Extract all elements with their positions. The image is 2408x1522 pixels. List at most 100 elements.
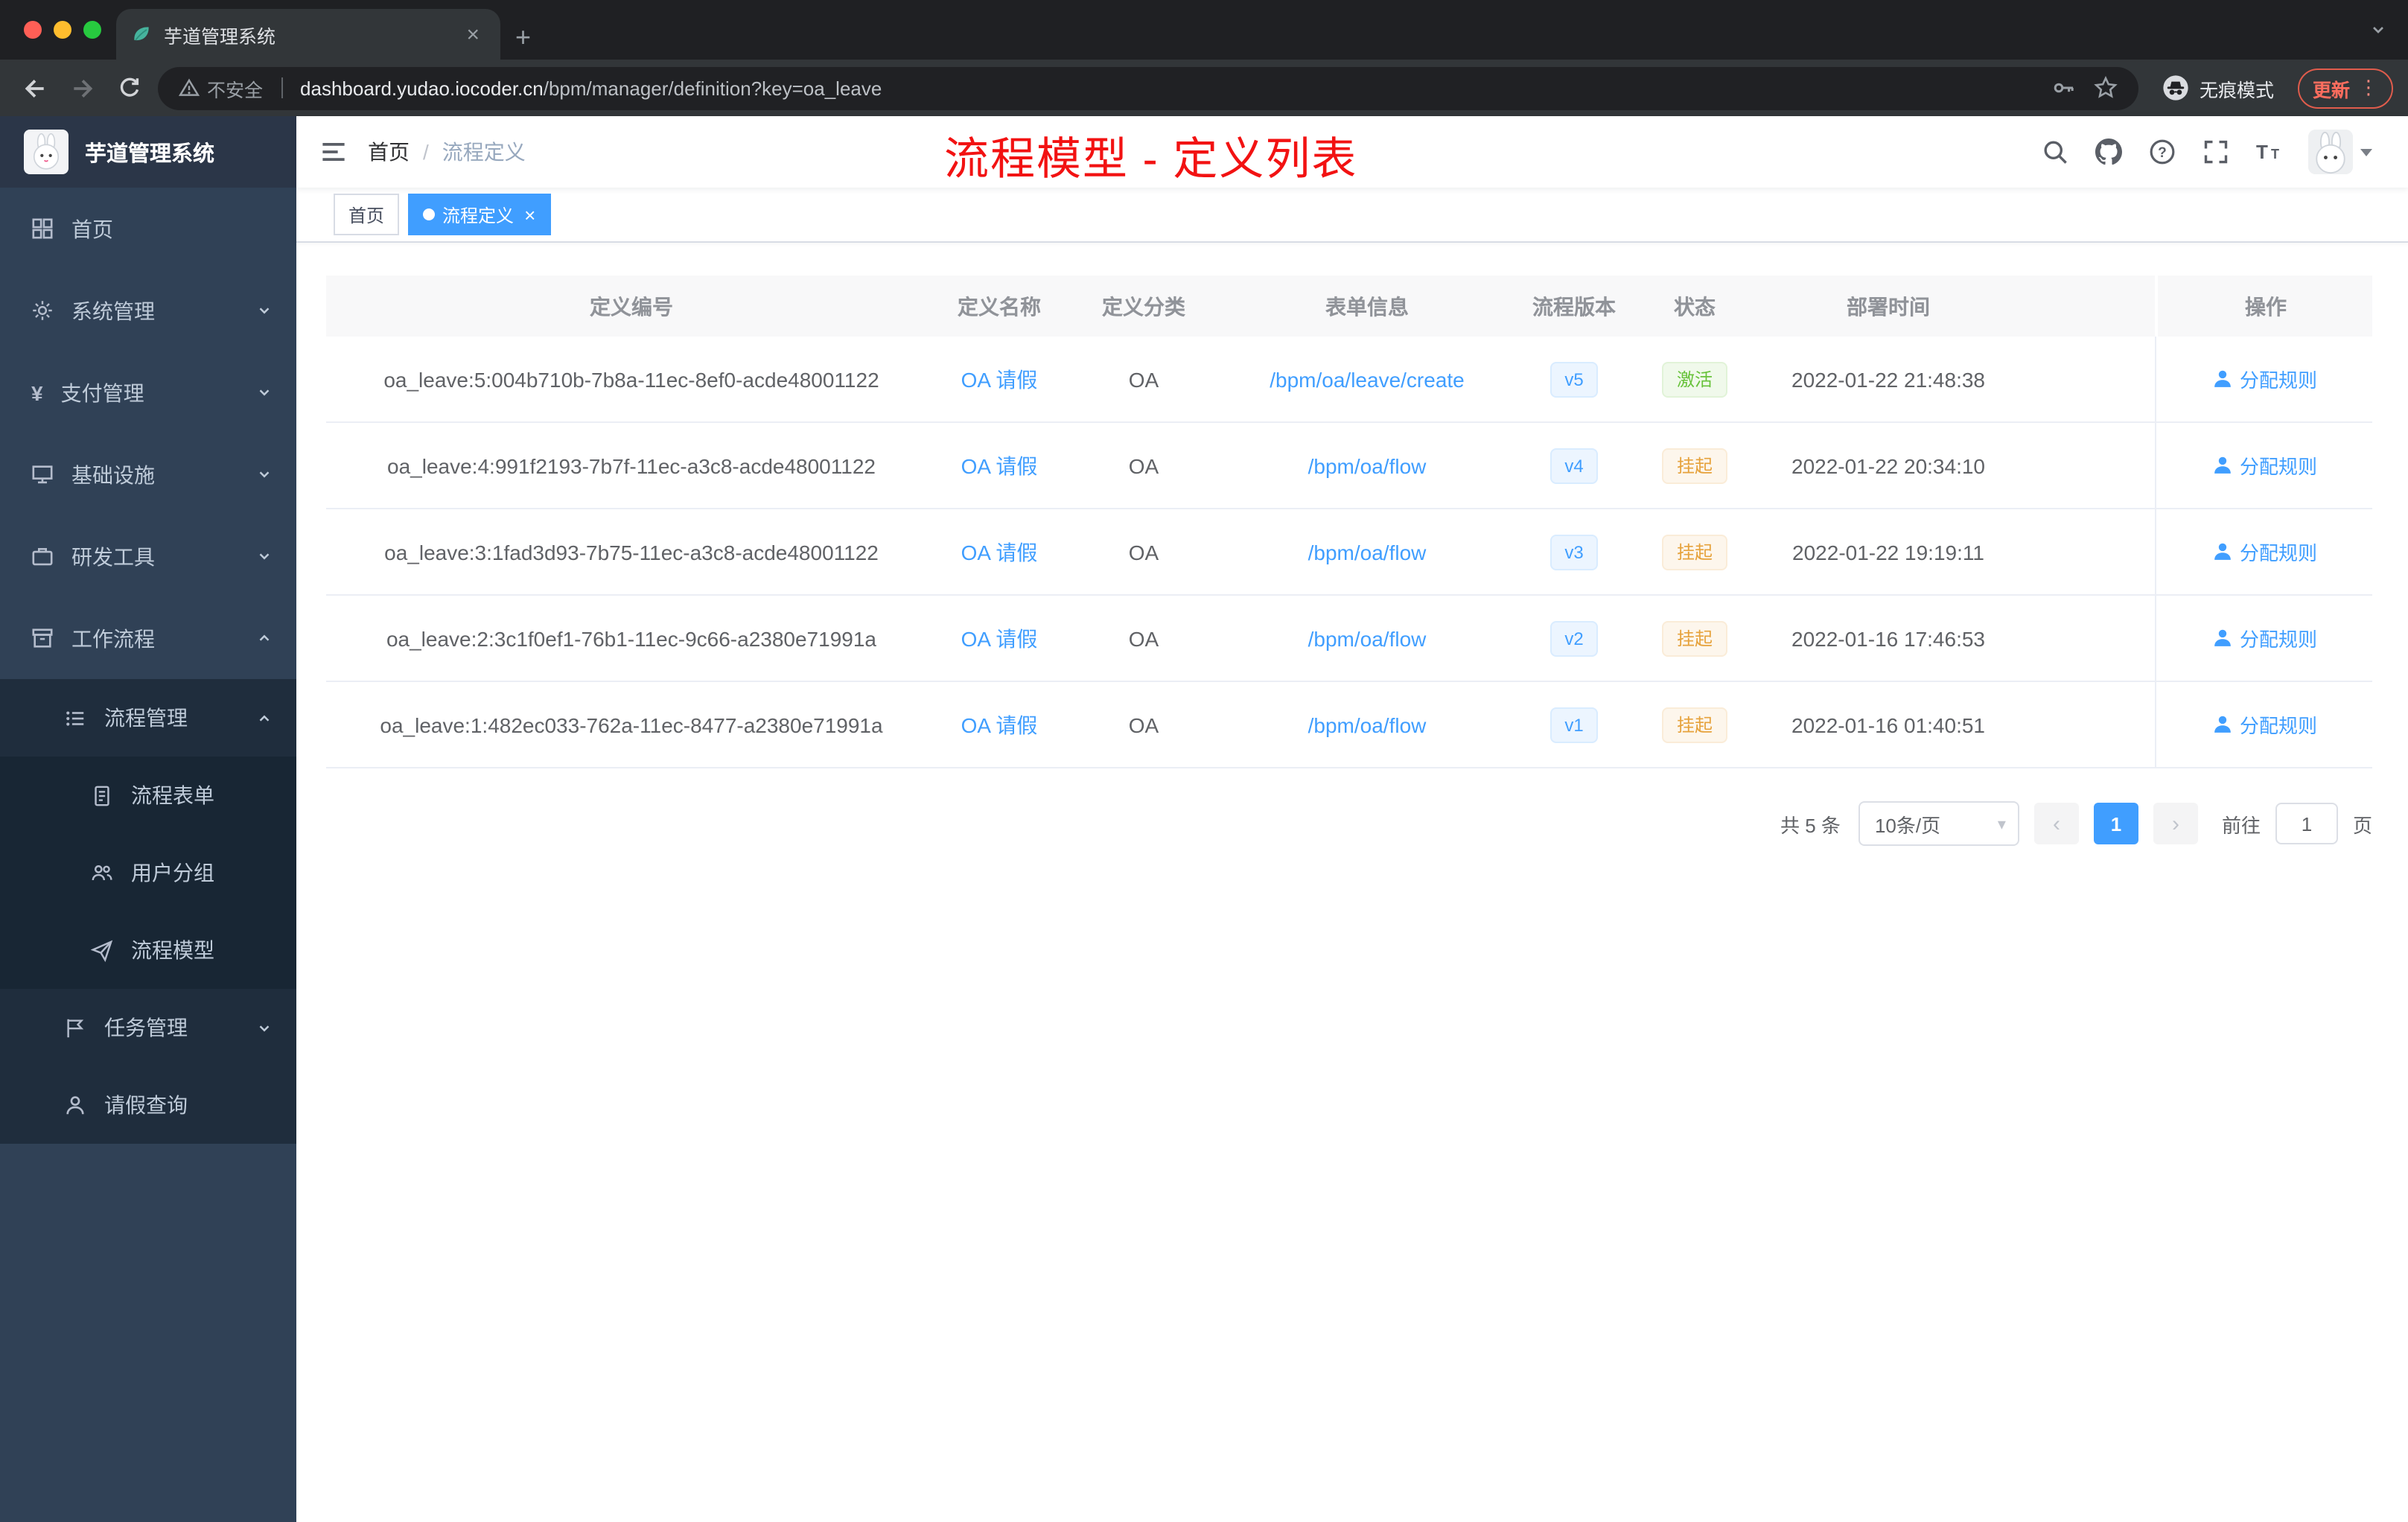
- tag-close-icon[interactable]: ×: [524, 205, 535, 224]
- tag-label: 首页: [348, 205, 385, 226]
- definition-name-link[interactable]: OA 请假: [937, 710, 1062, 739]
- sidebar-item-label: 流程表单: [131, 783, 214, 807]
- sidebar-item-label: 任务管理: [104, 1016, 188, 1039]
- definition-id: oa_leave:5:004b710b-7b8a-11ec-8ef0-acde4…: [383, 367, 879, 391]
- sidebar-item-task-management[interactable]: 任务管理: [0, 989, 296, 1066]
- sidebar-item-infrastructure[interactable]: 基础设施: [0, 433, 296, 515]
- page-unit-label: 页: [2352, 814, 2372, 836]
- close-window-button[interactable]: [24, 21, 42, 39]
- next-page-button[interactable]: ›: [2153, 803, 2198, 844]
- page-number-1[interactable]: 1: [2093, 803, 2138, 844]
- bookmark-star-icon[interactable]: [2094, 76, 2118, 100]
- assign-rule-link[interactable]: 分配规则: [2155, 509, 2374, 594]
- table-body: oa_leave:5:004b710b-7b8a-11ec-8ef0-acde4…: [326, 337, 2372, 768]
- form-link[interactable]: /bpm/oa/leave/create: [1226, 367, 1509, 391]
- assign-rule-link[interactable]: 分配规则: [2155, 596, 2374, 681]
- chevron-down-icon: [256, 1019, 273, 1036]
- sidebar-item-user-group[interactable]: 用户分组: [0, 834, 296, 911]
- logo-avatar: [24, 130, 69, 174]
- incognito-icon: [2163, 75, 2188, 101]
- breadcrumb-home[interactable]: 首页: [368, 137, 410, 167]
- github-icon[interactable]: [2094, 137, 2124, 167]
- user-icon: [2214, 716, 2231, 733]
- form-link[interactable]: /bpm/oa/flow: [1226, 540, 1509, 564]
- sidebar-item-dev-tools[interactable]: 研发工具: [0, 515, 296, 597]
- font-size-icon[interactable]: TT: [2255, 137, 2284, 167]
- browser-tab[interactable]: 芋道管理系统 ×: [116, 9, 500, 60]
- form-link[interactable]: /bpm/oa/flow: [1226, 453, 1509, 477]
- chrome-update-button[interactable]: 更新 ⋮: [2297, 68, 2393, 108]
- definition-name-link[interactable]: OA 请假: [937, 537, 1062, 567]
- forward-button[interactable]: [63, 69, 101, 107]
- prev-page-button[interactable]: ‹: [2033, 803, 2079, 844]
- goto-label: 前往: [2221, 814, 2261, 836]
- assign-rule-label: 分配规则: [2239, 369, 2317, 392]
- definition-name-link[interactable]: OA 请假: [937, 623, 1062, 653]
- active-dot: [423, 208, 436, 220]
- deploy-time: 2022-01-22 19:19:11: [1792, 540, 1984, 564]
- sidebar-item-payment[interactable]: ¥ 支付管理: [0, 351, 296, 433]
- zoom-window-button[interactable]: [83, 21, 101, 39]
- browser-menu-icon[interactable]: ⋮: [2359, 76, 2378, 100]
- table-row: oa_leave:3:1fad3d93-7b75-11ec-a3c8-acde4…: [326, 509, 2372, 596]
- definition-name-link[interactable]: OA 请假: [937, 450, 1062, 480]
- form-link[interactable]: /bpm/oa/flow: [1226, 713, 1509, 736]
- svg-text:T: T: [2256, 141, 2268, 163]
- sidebar-item-process-management[interactable]: 流程管理: [0, 679, 296, 757]
- gear-icon: [31, 299, 54, 322]
- assign-rule-link[interactable]: 分配规则: [2155, 337, 2374, 421]
- sidebar-item-process-model[interactable]: 流程模型: [0, 911, 296, 989]
- help-icon[interactable]: ?: [2147, 137, 2177, 167]
- table-row: oa_leave:2:3c1f0ef1-76b1-11ec-9c66-a2380…: [326, 596, 2372, 682]
- definition-name-link[interactable]: OA 请假: [937, 364, 1062, 394]
- hamburger-icon[interactable]: [296, 116, 368, 188]
- reload-button[interactable]: [110, 69, 149, 107]
- goto-page-input[interactable]: [2275, 803, 2338, 844]
- fullscreen-icon[interactable]: [2201, 137, 2231, 167]
- sidebar-item-leave-query[interactable]: 请假查询: [0, 1066, 296, 1144]
- deploy-time: 2022-01-22 20:34:10: [1791, 453, 1985, 477]
- page-size-select[interactable]: 10条/页 ▾: [1858, 801, 2019, 846]
- sidebar-item-system[interactable]: 系统管理: [0, 270, 296, 351]
- sidebar-item-label: 流程管理: [104, 706, 188, 730]
- minimize-window-button[interactable]: [54, 21, 71, 39]
- chevron-up-icon: [256, 630, 273, 646]
- security-warning[interactable]: 不安全: [179, 74, 263, 102]
- breadcrumb-separator: /: [423, 140, 429, 164]
- sidebar-item-home[interactable]: 首页: [0, 188, 296, 270]
- sidebar-item-label: 支付管理: [60, 380, 144, 404]
- tag-home[interactable]: 首页: [334, 194, 400, 235]
- table-row: oa_leave:1:482ec033-762a-11ec-8477-a2380…: [326, 682, 2372, 768]
- omnibox-divider: [281, 77, 283, 98]
- pagination-total: 共 5 条: [1780, 814, 1841, 836]
- back-button[interactable]: [15, 69, 54, 107]
- chevron-up-icon: [256, 710, 273, 726]
- chevron-down-icon: [256, 466, 273, 483]
- version-tag: v4: [1549, 448, 1599, 483]
- address-bar[interactable]: 不安全 dashboard.yudao.iocoder.cn/bpm/manag…: [158, 66, 2138, 109]
- tab-close-icon[interactable]: ×: [460, 20, 485, 48]
- table-row: oa_leave:5:004b710b-7b8a-11ec-8ef0-acde4…: [326, 337, 2372, 423]
- sidebar-logo[interactable]: 芋道管理系统: [0, 116, 296, 188]
- new-tab-button[interactable]: +: [515, 24, 531, 51]
- avatar[interactable]: [2308, 130, 2353, 174]
- form-link[interactable]: /bpm/oa/flow: [1226, 626, 1509, 650]
- user-avatar-menu[interactable]: [2308, 130, 2372, 174]
- assign-rule-link[interactable]: 分配规则: [2155, 682, 2374, 767]
- sidebar-item-label: 系统管理: [71, 299, 155, 322]
- version-tag: v2: [1549, 620, 1599, 656]
- definition-table: 定义编号 定义名称 定义分类 表单信息 流程版本 状态 部署时间 操作 oa_l…: [326, 276, 2372, 768]
- search-icon[interactable]: [2040, 137, 2070, 167]
- password-key-icon[interactable]: [2052, 76, 2076, 100]
- archive-box-icon: [31, 627, 54, 649]
- assign-rule-link[interactable]: 分配规则: [2155, 423, 2374, 508]
- status-tag: 挂起: [1661, 707, 1727, 742]
- tag-process-definition[interactable]: 流程定义 ×: [408, 194, 551, 235]
- flag-icon: [64, 1016, 86, 1039]
- deploy-time: 2022-01-16 01:40:51: [1791, 713, 1985, 736]
- tab-search-chevron-icon[interactable]: [2369, 21, 2387, 39]
- users-icon: [91, 862, 113, 884]
- deploy-time: 2022-01-22 21:48:38: [1791, 367, 1985, 391]
- sidebar-item-process-form[interactable]: 流程表单: [0, 757, 296, 834]
- sidebar-item-workflow[interactable]: 工作流程: [0, 597, 296, 679]
